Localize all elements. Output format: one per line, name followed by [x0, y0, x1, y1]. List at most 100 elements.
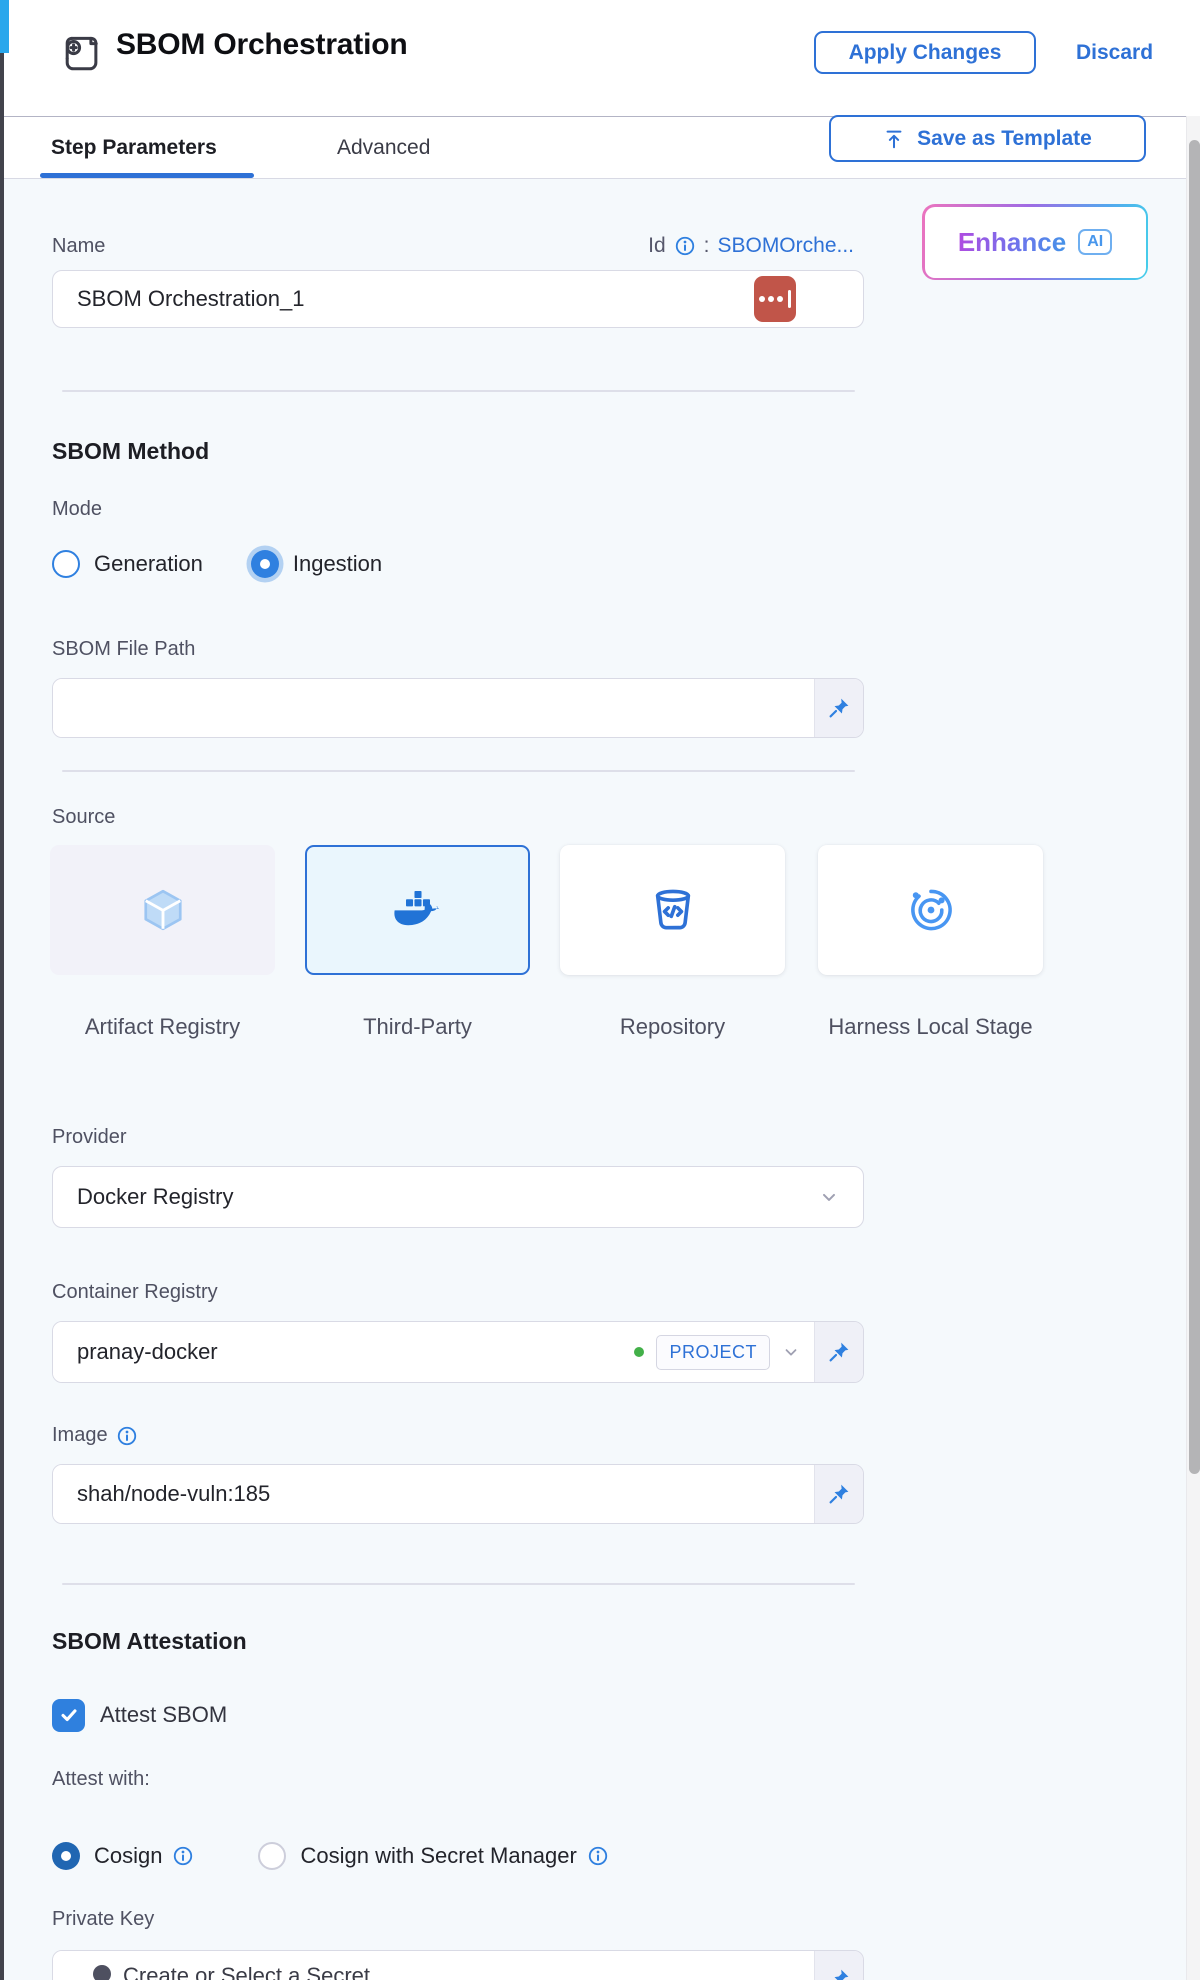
id-value-link[interactable]: SBOMOrche...: [717, 234, 854, 258]
runtime-input-type-button[interactable]: [754, 276, 796, 322]
selected-node-edge: [0, 0, 9, 53]
image-label-row: Image: [52, 1424, 138, 1447]
connector-status-dot: [634, 1347, 644, 1357]
provider-select[interactable]: Docker Registry: [52, 1166, 864, 1228]
name-label: Name: [52, 235, 105, 258]
radio-generation[interactable]: [52, 550, 80, 578]
save-as-template-label: Save as Template: [917, 127, 1092, 151]
apply-changes-button[interactable]: Apply Changes: [814, 31, 1036, 74]
attest-option-cosign-secret-manager[interactable]: Cosign with Secret Manager: [258, 1842, 608, 1870]
mode-option-ingestion[interactable]: Ingestion: [251, 550, 382, 578]
upload-icon: [883, 128, 905, 150]
sbom-file-path-label: SBOM File Path: [52, 638, 195, 661]
drawer-header: SBOM Orchestration Apply Changes Discard: [4, 0, 1200, 116]
mode-label: Mode: [52, 498, 102, 521]
name-input[interactable]: SBOM Orchestration_1: [52, 270, 864, 328]
section-divider: [62, 390, 855, 392]
check-icon: [58, 1704, 80, 1726]
secret-icon: [93, 1965, 111, 1980]
save-as-template-button[interactable]: Save as Template: [829, 115, 1146, 162]
card-label-repository: Repository: [560, 1012, 785, 1041]
attest-option-cosign[interactable]: Cosign: [52, 1842, 194, 1870]
chevron-down-icon[interactable]: [782, 1343, 800, 1361]
attest-sbom-label: Attest SBOM: [100, 1702, 227, 1728]
radio-ingestion[interactable]: [251, 550, 279, 578]
active-tab-underline: [40, 173, 254, 178]
name-label-row: Name Id : SBOMOrche...: [52, 232, 864, 260]
fixed-input-type-button[interactable]: [814, 679, 863, 737]
tab-advanced[interactable]: Advanced: [337, 136, 430, 160]
cube-icon: [140, 887, 186, 933]
container-registry-input[interactable]: pranay-docker PROJECT: [53, 1322, 814, 1382]
private-key-placeholder: Create or Select a Secret: [123, 1963, 370, 1980]
connector-scope-cluster: PROJECT: [634, 1335, 814, 1370]
private-key-group: Create or Select a Secret: [52, 1950, 864, 1980]
backdrop-edge: [0, 0, 4, 1980]
discard-button[interactable]: Discard: [1076, 41, 1153, 65]
sbom-step-icon: [58, 30, 104, 80]
attest-sbom-row: Attest SBOM: [52, 1698, 227, 1732]
enhance-label: Enhance: [958, 227, 1066, 258]
runtime-dot: [759, 296, 765, 302]
mode-option-generation[interactable]: Generation: [52, 550, 203, 578]
radio-cosign-secret-manager[interactable]: [258, 1842, 286, 1870]
radio-generation-label: Generation: [94, 551, 203, 577]
info-icon[interactable]: [172, 1845, 194, 1867]
repository-icon: [650, 887, 696, 933]
card-label-third-party: Third-Party: [305, 1012, 530, 1041]
id-separator: :: [704, 234, 710, 258]
info-icon[interactable]: [674, 235, 696, 257]
chevron-down-icon: [819, 1187, 839, 1207]
runtime-dot: [777, 296, 783, 302]
docker-icon: [392, 890, 444, 930]
sbom-file-path-input[interactable]: [53, 679, 814, 737]
tab-bar: Step Parameters Advanced Save as Templat…: [4, 116, 1186, 179]
private-key-input[interactable]: Create or Select a Secret: [53, 1951, 814, 1980]
sbom-file-path-group: [52, 678, 864, 738]
pin-icon: [827, 1340, 851, 1364]
sbom-method-heading: SBOM Method: [52, 438, 209, 465]
source-card-artifact-registry[interactable]: [50, 845, 275, 975]
sbom-orchestration-drawer: SBOM Orchestration Apply Changes Discard…: [0, 0, 1200, 1980]
radio-ingestion-label: Ingestion: [293, 551, 382, 577]
pin-icon: [827, 1482, 851, 1506]
source-card-harness-local-stage[interactable]: [818, 845, 1043, 975]
ai-badge: AI: [1078, 229, 1112, 255]
card-label-harness-local-stage: Harness Local Stage: [818, 1012, 1043, 1041]
provider-label: Provider: [52, 1126, 126, 1149]
fixed-input-type-button[interactable]: [814, 1951, 863, 1980]
card-label-artifact-registry: Artifact Registry: [50, 1012, 275, 1041]
source-label: Source: [52, 806, 115, 829]
scrollbar-thumb[interactable]: [1189, 140, 1200, 1474]
section-divider: [62, 1583, 855, 1585]
attest-with-label: Attest with:: [52, 1768, 150, 1791]
source-card-repository[interactable]: [560, 845, 785, 975]
radio-cosign-label: Cosign: [94, 1843, 162, 1869]
image-input[interactable]: shah/node-vuln:185: [53, 1465, 814, 1523]
page-title: SBOM Orchestration: [116, 28, 407, 62]
info-icon[interactable]: [587, 1845, 609, 1867]
radio-cosign[interactable]: [52, 1842, 80, 1870]
radio-cosign-secret-manager-label: Cosign with Secret Manager: [300, 1843, 576, 1869]
image-value: shah/node-vuln:185: [53, 1481, 270, 1507]
tab-step-parameters[interactable]: Step Parameters: [51, 136, 217, 160]
name-input-value: SBOM Orchestration_1: [53, 286, 304, 312]
scrollbar-track[interactable]: [1186, 116, 1200, 1980]
sbom-attestation-heading: SBOM Attestation: [52, 1628, 247, 1655]
enhance-ai-button[interactable]: Enhance AI: [922, 204, 1148, 280]
image-group: shah/node-vuln:185: [52, 1464, 864, 1524]
provider-value: Docker Registry: [53, 1184, 233, 1210]
enhance-ai-inner: Enhance AI: [925, 207, 1146, 278]
attest-sbom-checkbox[interactable]: [52, 1699, 85, 1732]
step-id-row: Id : SBOMOrche...: [648, 234, 864, 258]
private-key-label: Private Key: [52, 1908, 154, 1931]
pin-icon: [827, 696, 851, 720]
fixed-input-type-button[interactable]: [814, 1465, 863, 1523]
fixed-input-type-button[interactable]: [814, 1322, 863, 1382]
container-registry-group: pranay-docker PROJECT: [52, 1321, 864, 1383]
image-label: Image: [52, 1424, 108, 1447]
info-icon[interactable]: [116, 1425, 138, 1447]
source-card-third-party[interactable]: [305, 845, 530, 975]
id-label: Id: [648, 234, 666, 258]
scope-tag[interactable]: PROJECT: [656, 1335, 770, 1370]
